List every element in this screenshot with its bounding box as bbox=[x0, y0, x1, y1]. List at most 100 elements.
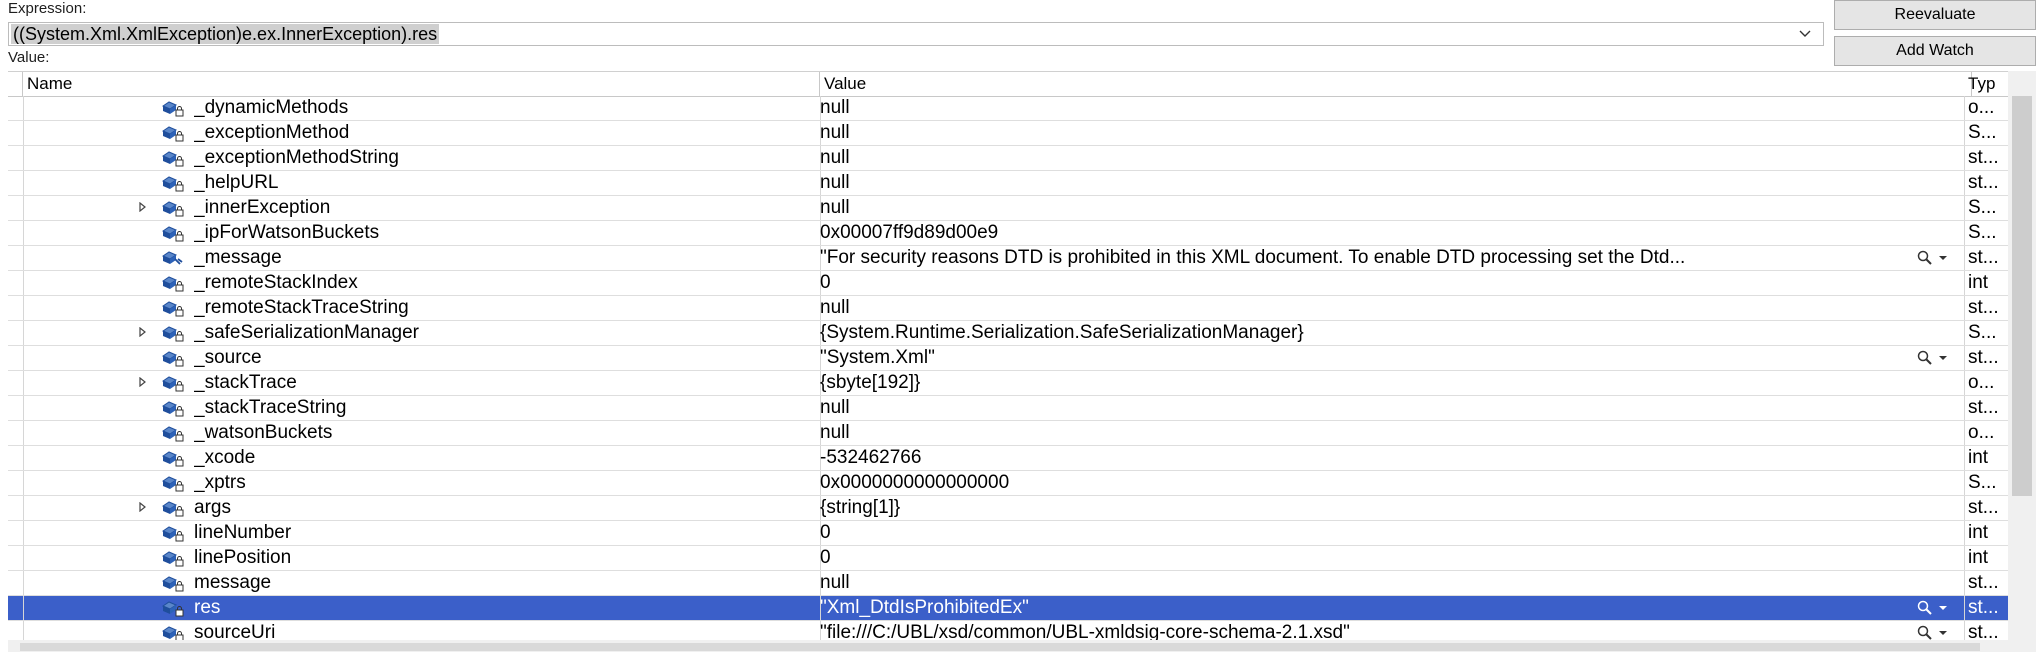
header-gutter bbox=[8, 72, 23, 96]
magnifier-icon bbox=[1917, 600, 1932, 615]
horizontal-scroll-thumb[interactable] bbox=[20, 643, 1980, 651]
row-name: _xcode bbox=[194, 447, 256, 468]
row-name: lineNumber bbox=[194, 522, 292, 543]
private-field-icon bbox=[161, 200, 184, 217]
row-value[interactable]: null bbox=[820, 296, 1920, 320]
row-value[interactable]: 0 bbox=[820, 271, 1920, 295]
row-name: _source bbox=[194, 347, 262, 368]
private-field-icon bbox=[161, 425, 184, 442]
row-value[interactable]: "For security reasons DTD is prohibited … bbox=[820, 246, 1920, 270]
visualizer-button[interactable] bbox=[1916, 599, 1956, 617]
private-field-icon bbox=[161, 475, 184, 492]
private-field-icon bbox=[161, 300, 184, 317]
row-value[interactable]: null bbox=[820, 146, 1920, 170]
row-type: o... bbox=[1968, 97, 1995, 118]
chevron-down-icon bbox=[1939, 606, 1947, 610]
expression-combobox[interactable]: ((System.Xml.XmlException)e.ex.InnerExce… bbox=[8, 22, 1824, 46]
watch-row-message[interactable]: _message "For security reasons DTD is pro… bbox=[8, 246, 2008, 271]
row-name: _helpURL bbox=[194, 172, 279, 193]
row-value[interactable]: {string[1]} bbox=[820, 496, 1920, 520]
expand-arrow-icon[interactable] bbox=[139, 501, 147, 515]
row-type: int bbox=[1968, 272, 1989, 293]
row-type: st... bbox=[1968, 247, 1999, 268]
row-name: _watsonBuckets bbox=[194, 422, 333, 443]
add-watch-button[interactable]: Add Watch bbox=[1834, 36, 2036, 66]
private-field-icon bbox=[161, 175, 184, 192]
expand-arrow-icon[interactable] bbox=[139, 201, 147, 215]
row-value[interactable]: null bbox=[820, 396, 1920, 420]
row-value[interactable]: null bbox=[820, 121, 1920, 145]
row-name: _ipForWatsonBuckets bbox=[194, 222, 380, 243]
watch-row-helpurl[interactable]: _helpURL null st... bbox=[8, 171, 2008, 196]
expand-arrow-icon[interactable] bbox=[139, 376, 147, 390]
row-value[interactable]: 0 bbox=[820, 546, 1920, 570]
vertical-scroll-thumb[interactable] bbox=[2012, 96, 2032, 496]
column-header-name[interactable]: Name bbox=[23, 72, 820, 96]
watch-row-remotestacktracestring[interactable]: _remoteStackTraceString null st... bbox=[8, 296, 2008, 321]
row-value[interactable]: 0 bbox=[820, 521, 1920, 545]
column-header-value[interactable]: Value bbox=[820, 72, 1972, 96]
row-name: linePosition bbox=[194, 547, 292, 568]
expression-label: Expression: bbox=[8, 0, 87, 17]
row-type: st... bbox=[1968, 297, 1999, 318]
private-field-icon bbox=[161, 375, 184, 392]
row-value[interactable]: {sbyte[192]} bbox=[820, 371, 1920, 395]
private-field-icon bbox=[161, 600, 184, 617]
watch-row-args[interactable]: args {string[1]} st... bbox=[8, 496, 2008, 521]
column-header-type[interactable]: Typ bbox=[1964, 72, 2008, 96]
row-value[interactable]: null bbox=[820, 571, 1920, 595]
expand-arrow-icon[interactable] bbox=[139, 326, 147, 340]
watch-row-res[interactable]: res "Xml_DtdIsProhibitedEx" st... bbox=[8, 596, 2008, 621]
row-type: o... bbox=[1968, 372, 1995, 393]
chevron-down-icon[interactable] bbox=[1795, 23, 1815, 45]
row-value[interactable]: 0x00007ff9d89d00e9 bbox=[820, 221, 1920, 245]
row-value[interactable]: null bbox=[820, 171, 1920, 195]
values-grid: Name Value Typ _dynamicMethods null o... _… bbox=[8, 71, 2008, 653]
row-value[interactable]: "Xml_DtdIsProhibitedEx" bbox=[820, 596, 1920, 620]
watch-row-dynamicmethods[interactable]: _dynamicMethods null o... bbox=[8, 96, 2008, 121]
watch-row-source[interactable]: _source "System.Xml" st... bbox=[8, 346, 2008, 371]
visualizer-button[interactable] bbox=[1916, 249, 1956, 267]
watch-row-exceptionmethodstring[interactable]: _exceptionMethodString null st... bbox=[8, 146, 2008, 171]
watch-row-stacktracestring[interactable]: _stackTraceString null st... bbox=[8, 396, 2008, 421]
row-name: _exceptionMethod bbox=[194, 122, 350, 143]
watch-row-remotestackindex[interactable]: _remoteStackIndex 0 int bbox=[8, 271, 2008, 296]
chevron-down-icon bbox=[1939, 631, 1947, 635]
watch-row-exceptionmethod[interactable]: _exceptionMethod null S... bbox=[8, 121, 2008, 146]
watch-row-message[interactable]: message null st... bbox=[8, 571, 2008, 596]
row-type: int bbox=[1968, 522, 1989, 543]
private-field-icon bbox=[161, 550, 184, 567]
row-value[interactable]: -532462766 bbox=[820, 446, 1920, 470]
watch-row-lineposition[interactable]: linePosition 0 int bbox=[8, 546, 2008, 571]
row-type: st... bbox=[1968, 172, 1999, 193]
row-value[interactable]: null bbox=[820, 196, 1920, 220]
private-field-icon bbox=[161, 400, 184, 417]
row-value[interactable]: null bbox=[820, 421, 1920, 445]
row-name: _exceptionMethodString bbox=[194, 147, 399, 168]
row-value[interactable]: 0x0000000000000000 bbox=[820, 471, 1920, 495]
watch-row-watsonbuckets[interactable]: _watsonBuckets null o... bbox=[8, 421, 2008, 446]
column-header-type-label: Typ bbox=[1968, 74, 1996, 93]
row-value[interactable]: {System.Runtime.Serialization.SafeSerial… bbox=[820, 321, 1920, 345]
private-field-icon bbox=[161, 575, 184, 592]
reevaluate-button[interactable]: Reevaluate bbox=[1834, 0, 2036, 30]
row-name: _message bbox=[194, 247, 282, 268]
row-type: st... bbox=[1968, 497, 1999, 518]
row-value[interactable]: "System.Xml" bbox=[820, 346, 1920, 370]
watch-row-xptrs[interactable]: _xptrs 0x0000000000000000 S... bbox=[8, 471, 2008, 496]
watch-row-ipforwatsonbuckets[interactable]: _ipForWatsonBuckets 0x00007ff9d89d00e9 S..… bbox=[8, 221, 2008, 246]
watch-row-linenumber[interactable]: lineNumber 0 int bbox=[8, 521, 2008, 546]
row-type: o... bbox=[1968, 422, 1995, 443]
row-type: S... bbox=[1968, 197, 1997, 218]
row-type: S... bbox=[1968, 322, 1997, 343]
row-value[interactable]: null bbox=[820, 96, 1920, 120]
private-field-icon bbox=[161, 450, 184, 467]
row-name: res bbox=[194, 597, 221, 618]
visualizer-button[interactable] bbox=[1916, 349, 1956, 367]
row-name: args bbox=[194, 497, 231, 518]
watch-row-stacktrace[interactable]: _stackTrace {sbyte[192]} o... bbox=[8, 371, 2008, 396]
watch-row-innerexception[interactable]: _innerException null S... bbox=[8, 196, 2008, 221]
watch-row-xcode[interactable]: _xcode -532462766 int bbox=[8, 446, 2008, 471]
expression-input[interactable]: ((System.Xml.XmlException)e.ex.InnerExce… bbox=[11, 24, 440, 44]
watch-row-safeserializationmanager[interactable]: _safeSerializationManager {System.Runtime… bbox=[8, 321, 2008, 346]
